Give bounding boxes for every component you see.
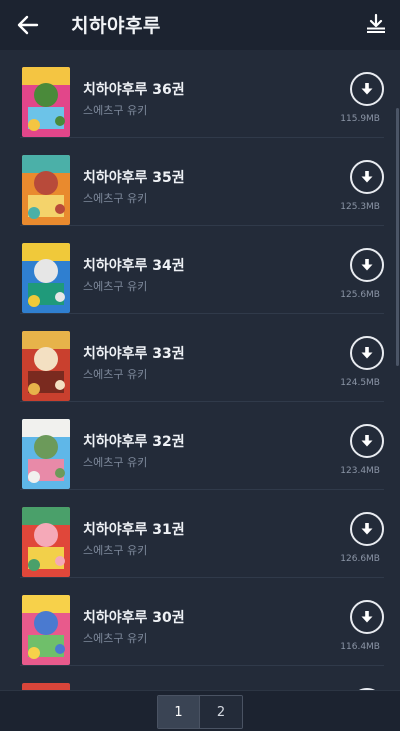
cover-image	[22, 683, 70, 690]
author-name: 스에츠구 유키	[83, 632, 148, 645]
download-icon	[361, 611, 373, 623]
volume-title: 치하야후루 32권	[83, 434, 185, 450]
download-all-button[interactable]	[364, 12, 388, 36]
arrow-left-icon	[17, 15, 39, 35]
list-item[interactable]: 치하야후루 31권스에츠구 유키 126.6MB	[0, 490, 400, 578]
download-button[interactable]	[350, 424, 384, 458]
download-button[interactable]	[350, 336, 384, 370]
volume-title: 치하야후루 30권	[83, 610, 185, 626]
file-size: 125.3MB	[340, 202, 380, 212]
download-icon	[361, 259, 373, 271]
list-item[interactable]: 치하야후루 34권스에츠구 유키 125.6MB	[0, 226, 400, 314]
app-bar: 치하야후루	[0, 0, 400, 50]
list-item[interactable]: 치하야후루 30권스에츠구 유키 116.4MB	[0, 578, 400, 666]
volume-title: 치하야후루 34권	[83, 258, 185, 274]
download-icon	[361, 523, 373, 535]
volume-list: 치하야후루 36권 스에츠구 유키 115.9MB 치하야후루 35권 스에츠구 유키 1…	[0, 50, 400, 690]
file-size: 116.4MB	[340, 642, 380, 652]
cover-image	[22, 419, 70, 489]
back-button[interactable]	[14, 12, 42, 38]
list-item[interactable]	[0, 666, 400, 690]
bottom-bar: 1 2	[0, 690, 400, 731]
download-all-icon	[367, 13, 385, 33]
cover-image	[22, 595, 70, 665]
author-name: 스에츠구 유키	[83, 368, 148, 381]
pagination: 1 2	[157, 695, 243, 729]
volume-title: 치하야후루 35권	[83, 170, 185, 186]
page-2-button[interactable]: 2	[200, 696, 242, 728]
download-button[interactable]	[350, 72, 384, 106]
author-name: 스에츠구 유키	[83, 192, 148, 205]
download-icon	[361, 83, 373, 95]
scrollbar[interactable]	[396, 108, 399, 366]
volume-title: 치하야후루 31권	[83, 522, 185, 538]
download-icon	[361, 347, 373, 359]
download-icon	[361, 435, 373, 447]
author-name: 스에츠구 유키	[83, 544, 148, 557]
cover-image	[22, 67, 70, 137]
page-title: 치하야후루	[71, 15, 161, 37]
author-name: 스에츠구 유키	[83, 104, 148, 117]
list-item[interactable]: 치하야후루 33권스에츠구 유키 124.5MB	[0, 314, 400, 402]
volume-title: 치하야후루 33권	[83, 346, 185, 362]
download-button[interactable]	[350, 512, 384, 546]
file-size: 125.6MB	[340, 290, 380, 300]
download-icon	[361, 171, 373, 183]
cover-image	[22, 507, 70, 577]
cover-image	[22, 243, 70, 313]
page-1-button[interactable]: 1	[158, 696, 200, 728]
download-button[interactable]	[350, 600, 384, 634]
volume-title: 치하야후루 36권	[83, 82, 185, 98]
cover-image	[22, 155, 70, 225]
file-size: 126.6MB	[340, 554, 380, 564]
list-item[interactable]: 치하야후루 35권스에츠구 유키 125.3MB	[0, 138, 400, 226]
author-name: 스에츠구 유키	[83, 280, 148, 293]
download-button[interactable]	[350, 248, 384, 282]
file-size: 123.4MB	[340, 466, 380, 476]
cover-image	[22, 331, 70, 401]
list-item[interactable]: 치하야후루 36권스에츠구 유키 115.9MB	[0, 50, 400, 138]
file-size: 124.5MB	[340, 378, 380, 388]
download-button[interactable]	[350, 160, 384, 194]
file-size: 115.9MB	[340, 114, 380, 124]
author-name: 스에츠구 유키	[83, 456, 148, 469]
list-item[interactable]: 치하야후루 32권스에츠구 유키 123.4MB	[0, 402, 400, 490]
